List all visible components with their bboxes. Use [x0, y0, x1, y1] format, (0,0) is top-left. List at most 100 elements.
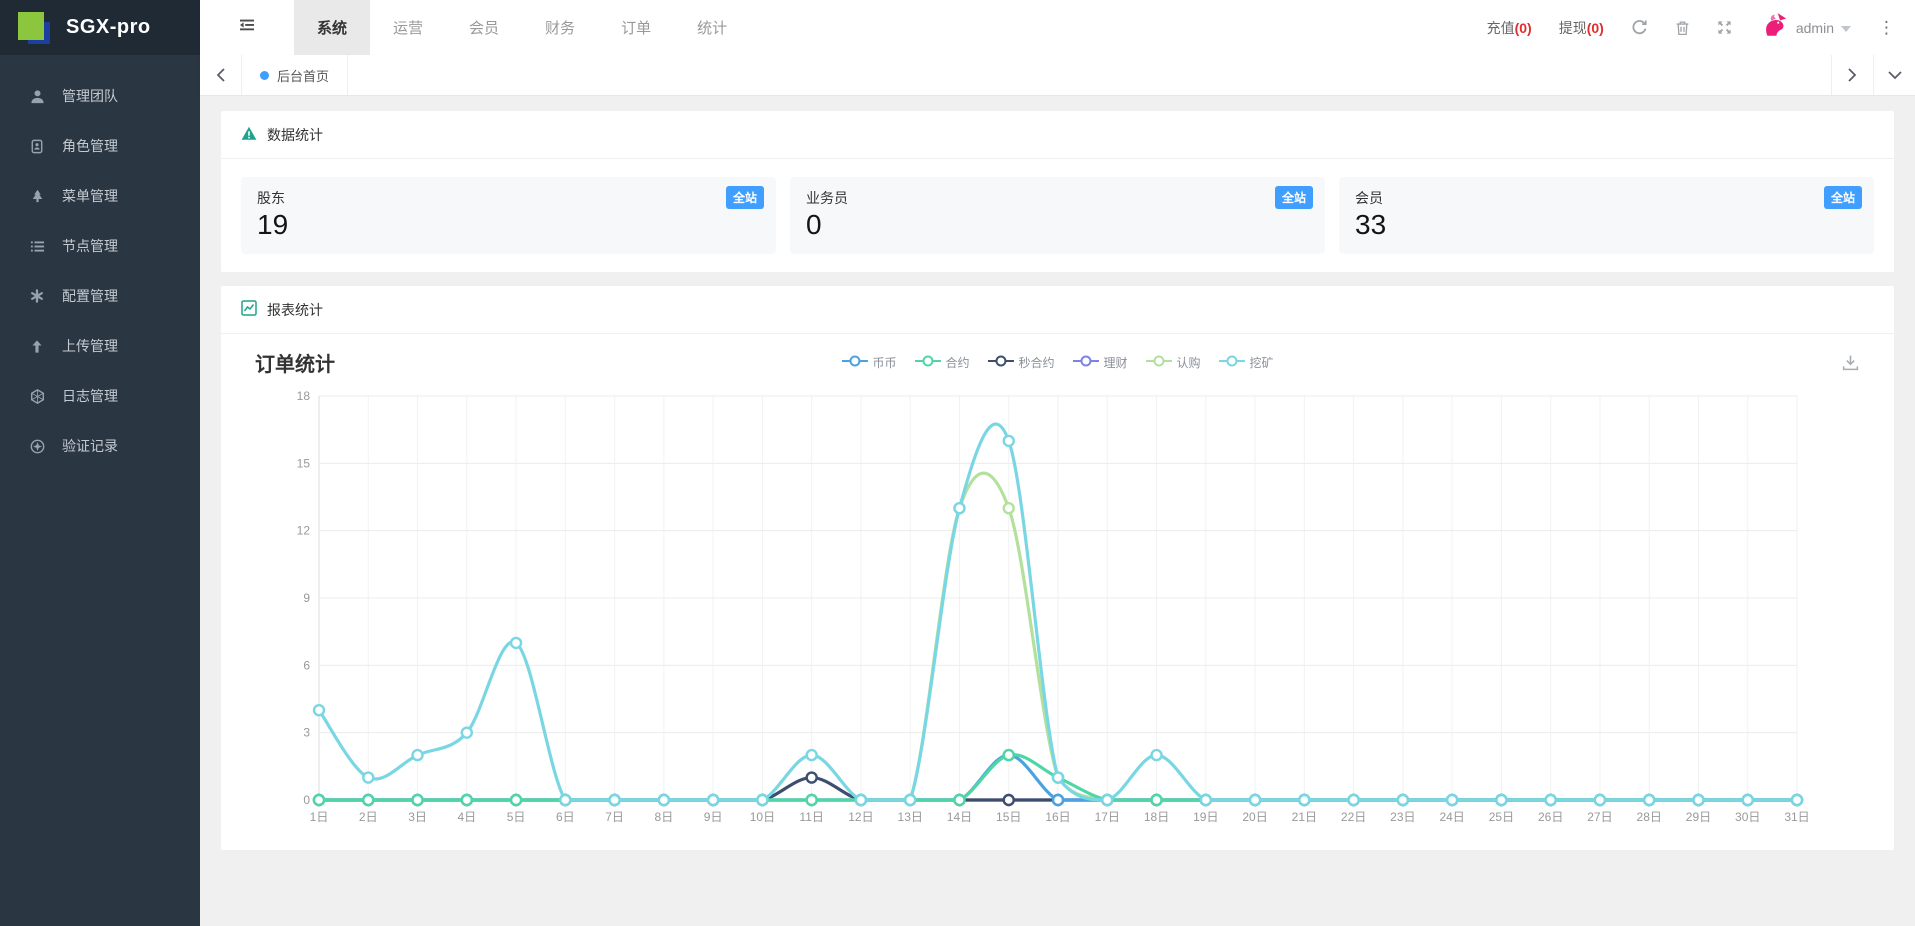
legend-label: 理财 — [1104, 354, 1128, 371]
verify-icon — [29, 439, 45, 454]
line-chart-icon — [241, 300, 257, 319]
data-point — [1004, 750, 1014, 760]
order-stats-chart[interactable]: 03691215181日2日3日4日5日6日7日8日9日10日11日12日13日… — [241, 382, 1874, 834]
nav-tab-operation[interactable]: 运营 — [370, 0, 446, 55]
sidebar-item-role-management[interactable]: 角色管理 — [0, 121, 200, 171]
data-point — [1152, 750, 1162, 760]
data-point — [1004, 795, 1014, 805]
withdraw-link[interactable]: 提现(0) — [1559, 18, 1604, 38]
page-content: 数据统计 股东19全站业务员0全站会员33全站 报表统计 订单统计 币币合约秒合… — [200, 96, 1915, 926]
sidebar-item-node-management[interactable]: 节点管理 — [0, 221, 200, 271]
sidebar-item-management-team[interactable]: 管理团队 — [0, 71, 200, 121]
nav-tab-order[interactable]: 订单 — [598, 0, 674, 55]
sidebar-item-label: 配置管理 — [62, 286, 118, 306]
download-icon[interactable] — [1841, 353, 1860, 372]
tags-scroll-left-button[interactable] — [200, 55, 242, 95]
data-point — [1595, 795, 1605, 805]
svg-text:8日: 8日 — [655, 810, 674, 824]
sidebar-item-label: 验证记录 — [62, 436, 118, 456]
nav-tab-member[interactable]: 会员 — [446, 0, 522, 55]
sidebar-item-log-management[interactable]: 日志管理 — [0, 371, 200, 421]
legend-item-秒合约[interactable]: 秒合约 — [987, 354, 1054, 371]
data-point — [363, 795, 373, 805]
fullscreen-icon[interactable] — [1717, 20, 1732, 35]
tag-home[interactable]: 后台首页 — [242, 55, 348, 95]
chart-title: 订单统计 — [255, 348, 335, 377]
svg-text:18日: 18日 — [1144, 810, 1169, 824]
data-point — [659, 795, 669, 805]
data-point — [1053, 773, 1063, 783]
trash-icon[interactable] — [1675, 20, 1690, 36]
user-icon — [29, 89, 45, 104]
header-actions: 充值(0) 提现(0) admin — [1487, 10, 1915, 45]
app-window: SGX-pro 管理团队角色管理菜单管理节点管理配置管理上传管理日志管理验证记录… — [0, 0, 1915, 926]
legend-marker-icon — [1073, 355, 1099, 370]
caret-down-icon — [1841, 19, 1851, 37]
svg-text:6: 6 — [303, 659, 310, 673]
svg-text:30日: 30日 — [1735, 810, 1760, 824]
status-badge: 全站 — [1824, 186, 1862, 209]
sidebar-collapse-button[interactable] — [200, 0, 294, 55]
more-options-icon[interactable]: ⋮ — [1878, 19, 1895, 36]
data-point — [807, 795, 817, 805]
menu-fold-icon — [238, 17, 256, 38]
data-point — [1053, 795, 1063, 805]
svg-text:9: 9 — [303, 591, 310, 605]
legend-item-理财[interactable]: 理财 — [1073, 354, 1128, 371]
sidebar-item-verify-records[interactable]: 验证记录 — [0, 421, 200, 471]
svg-text:22日: 22日 — [1341, 810, 1366, 824]
svg-text:23日: 23日 — [1390, 810, 1415, 824]
data-point — [807, 750, 817, 760]
data-point — [413, 750, 423, 760]
svg-text:14日: 14日 — [947, 810, 972, 824]
svg-text:7日: 7日 — [605, 810, 624, 824]
data-point — [954, 795, 964, 805]
sidebar-item-label: 菜单管理 — [62, 186, 118, 206]
data-point — [1693, 795, 1703, 805]
report-stats-card: 报表统计 订单统计 币币合约秒合约理财认购挖矿 03691215181日2日3日… — [221, 286, 1894, 850]
data-point — [610, 795, 620, 805]
sidebar: SGX-pro 管理团队角色管理菜单管理节点管理配置管理上传管理日志管理验证记录 — [0, 0, 200, 926]
svg-text:12: 12 — [297, 524, 311, 538]
data-point — [905, 795, 915, 805]
active-tag-dot — [260, 71, 269, 80]
legend-marker-icon — [1146, 355, 1172, 370]
data-point — [314, 705, 324, 715]
data-point — [1398, 795, 1408, 805]
data-point — [807, 773, 817, 783]
data-point — [1004, 436, 1014, 446]
svg-text:6日: 6日 — [556, 810, 575, 824]
data-point — [1546, 795, 1556, 805]
tags-menu-button[interactable] — [1873, 55, 1915, 95]
data-point — [708, 795, 718, 805]
sidebar-menu: 管理团队角色管理菜单管理节点管理配置管理上传管理日志管理验证记录 — [0, 55, 200, 471]
data-point — [511, 795, 521, 805]
data-point — [757, 795, 767, 805]
sidebar-item-upload-management[interactable]: 上传管理 — [0, 321, 200, 371]
data-point — [511, 638, 521, 648]
sidebar-item-label: 节点管理 — [62, 236, 118, 256]
svg-text:26日: 26日 — [1538, 810, 1563, 824]
sidebar-item-menu-management[interactable]: 菜单管理 — [0, 171, 200, 221]
legend-item-认购[interactable]: 认购 — [1146, 354, 1201, 371]
user-menu[interactable]: admin — [1759, 10, 1851, 45]
tags-scroll-right-button[interactable] — [1831, 55, 1873, 95]
nav-tab-finance[interactable]: 财务 — [522, 0, 598, 55]
svg-text:1日: 1日 — [310, 810, 329, 824]
refresh-icon[interactable] — [1631, 19, 1648, 36]
logo[interactable]: SGX-pro — [0, 0, 200, 55]
legend-item-合约[interactable]: 合约 — [914, 354, 969, 371]
sidebar-item-config-management[interactable]: 配置管理 — [0, 271, 200, 321]
legend-label: 挖矿 — [1250, 354, 1274, 371]
nav-tab-statistics[interactable]: 统计 — [674, 0, 750, 55]
legend-item-币币[interactable]: 币币 — [841, 354, 896, 371]
legend-item-挖矿[interactable]: 挖矿 — [1219, 354, 1274, 371]
logo-icon — [16, 8, 54, 48]
nav-tab-system[interactable]: 系统 — [294, 0, 370, 55]
tag-label: 后台首页 — [277, 66, 329, 85]
recharge-link[interactable]: 充值(0) — [1487, 18, 1532, 38]
sidebar-item-label: 日志管理 — [62, 386, 118, 406]
sidebar-item-label: 上传管理 — [62, 336, 118, 356]
stat-value: 33 — [1355, 209, 1858, 241]
stat-card: 会员33全站 — [1339, 177, 1874, 254]
